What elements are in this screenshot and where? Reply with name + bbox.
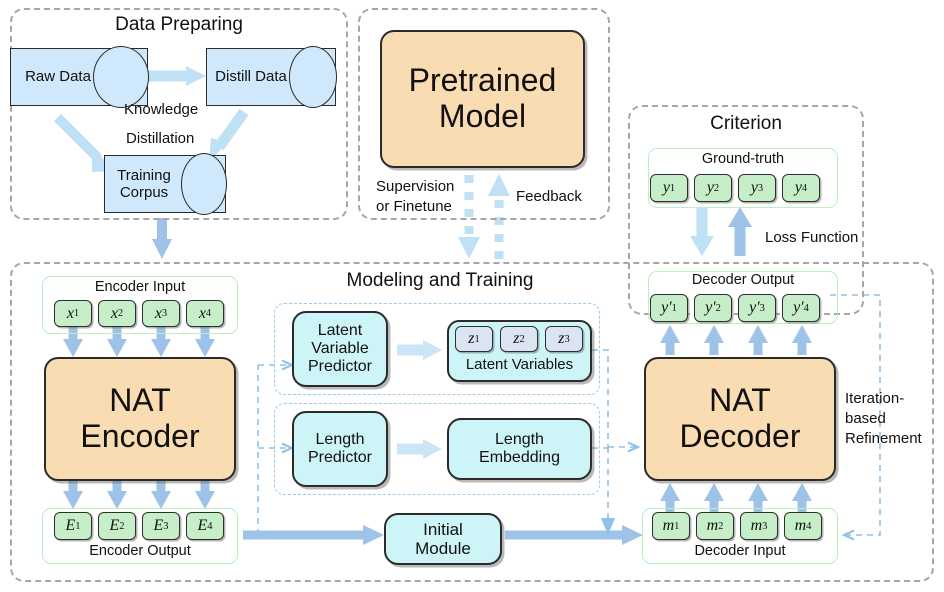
block-pretrained-model: Pretrained Model [380,30,585,168]
caption-encoder-input: Encoder Input [94,279,186,295]
block-nat-encoder: NAT Encoder [44,357,236,481]
token-ground-truth-4: y4 [782,174,820,202]
node-distill-data-label: Distill Data [215,68,287,86]
block-pretrained-model-text: Pretrained Model [408,62,557,134]
token-decoder-output-2: y′ 2 [694,294,732,322]
block-length-embedding-text: Length Embedding [479,431,560,466]
token-encoder-output-4: E4 [186,512,224,540]
node-distill-data: Distill Data [206,46,337,108]
token-encoder-input-3: x3 [142,300,180,327]
token-decoder-input-4: m4 [784,512,822,540]
label-distillation: Distillation [126,130,195,147]
token-decoder-input-3: m3 [740,512,778,540]
caption-decoder-input: Decoder Input [694,543,786,559]
token-encoder-input-1: x1 [54,300,92,327]
node-training-corpus-label: Training Corpus [117,166,171,201]
cylinder-cap [289,46,337,108]
node-training-corpus: Training Corpus [104,153,227,215]
token-latent-1: z1 [455,326,493,352]
block-initial-module-text: Initial Module [415,519,471,558]
label-iteration-based-refinement: Iteration- based Refinement [845,390,922,447]
section-title-data-preparing: Data Preparing [115,14,243,35]
label-supervision-or-finetune: Supervision or Finetune [376,178,455,216]
section-title-criterion: Criterion [710,113,782,134]
block-initial-module: Initial Module [384,513,502,565]
token-ground-truth-2: y2 [694,174,732,202]
token-latent-2: z2 [500,326,538,352]
token-decoder-input-2: m2 [696,512,734,540]
block-length-predictor: Length Predictor [292,411,388,487]
label-knowledge: Knowledge [124,101,199,118]
token-encoder-input-4: x4 [186,300,224,327]
token-decoder-output-3: y′ 3 [738,294,776,322]
label-feedback: Feedback [516,188,582,205]
caption-ground-truth: Ground-truth [701,151,785,167]
token-decoder-output-1: y′ 1 [650,294,688,322]
token-encoder-output-3: E3 [142,512,180,540]
diagram-canvas: Data Preparing Raw Data Distill Data Tra… [0,0,944,592]
token-decoder-output-4: y′ 4 [782,294,820,322]
token-ground-truth-3: y3 [738,174,776,202]
block-latent-variable-predictor: Latent Variable Predictor [292,311,388,387]
block-length-embedding: Length Embedding [447,418,592,480]
arrow-datapreparing-to-modeling [152,218,172,259]
block-length-predictor-text: Length Predictor [307,431,373,466]
token-decoder-input-1: m1 [652,512,690,540]
block-latent-variable-predictor-text: Latent Variable Predictor [307,322,373,375]
token-encoder-input-2: x2 [98,300,136,327]
label-loss-function: Loss Function [765,229,859,246]
node-raw-data: Raw Data [10,46,149,108]
node-raw-data-label: Raw Data [25,68,91,86]
block-nat-encoder-text: NAT Encoder [80,382,200,454]
block-nat-decoder: NAT Decoder [644,357,836,481]
token-latent-3: z3 [545,326,583,352]
token-ground-truth-1: y1 [650,174,688,202]
caption-latent-variables: Latent Variables [465,356,574,373]
token-encoder-output-1: E1 [54,512,92,540]
cylinder-cap [181,153,227,215]
caption-encoder-output: Encoder Output [89,543,191,559]
block-nat-decoder-text: NAT Decoder [679,382,801,454]
caption-decoder-output: Decoder Output [691,272,795,288]
token-encoder-output-2: E2 [98,512,136,540]
section-title-modeling: Modeling and Training [346,270,534,291]
